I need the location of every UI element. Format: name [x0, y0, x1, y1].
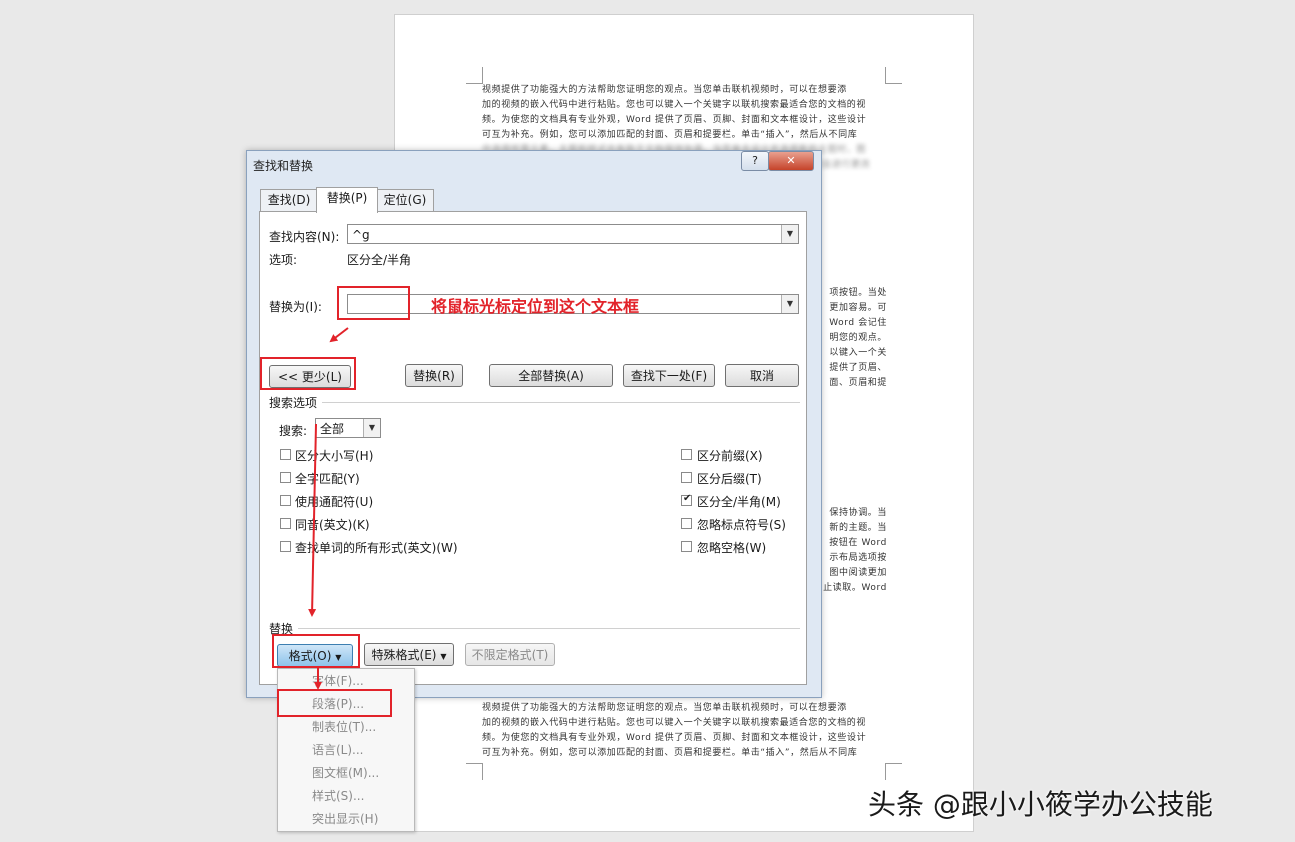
tab-replace[interactable]: 替换(P) [316, 187, 378, 213]
arrow-to-less-button [329, 327, 349, 343]
arrow-to-format-button [308, 423, 317, 617]
watermark: 头条 @跟小小筱学办公技能 [868, 788, 1213, 821]
annotation-arrows [308, 327, 349, 690]
